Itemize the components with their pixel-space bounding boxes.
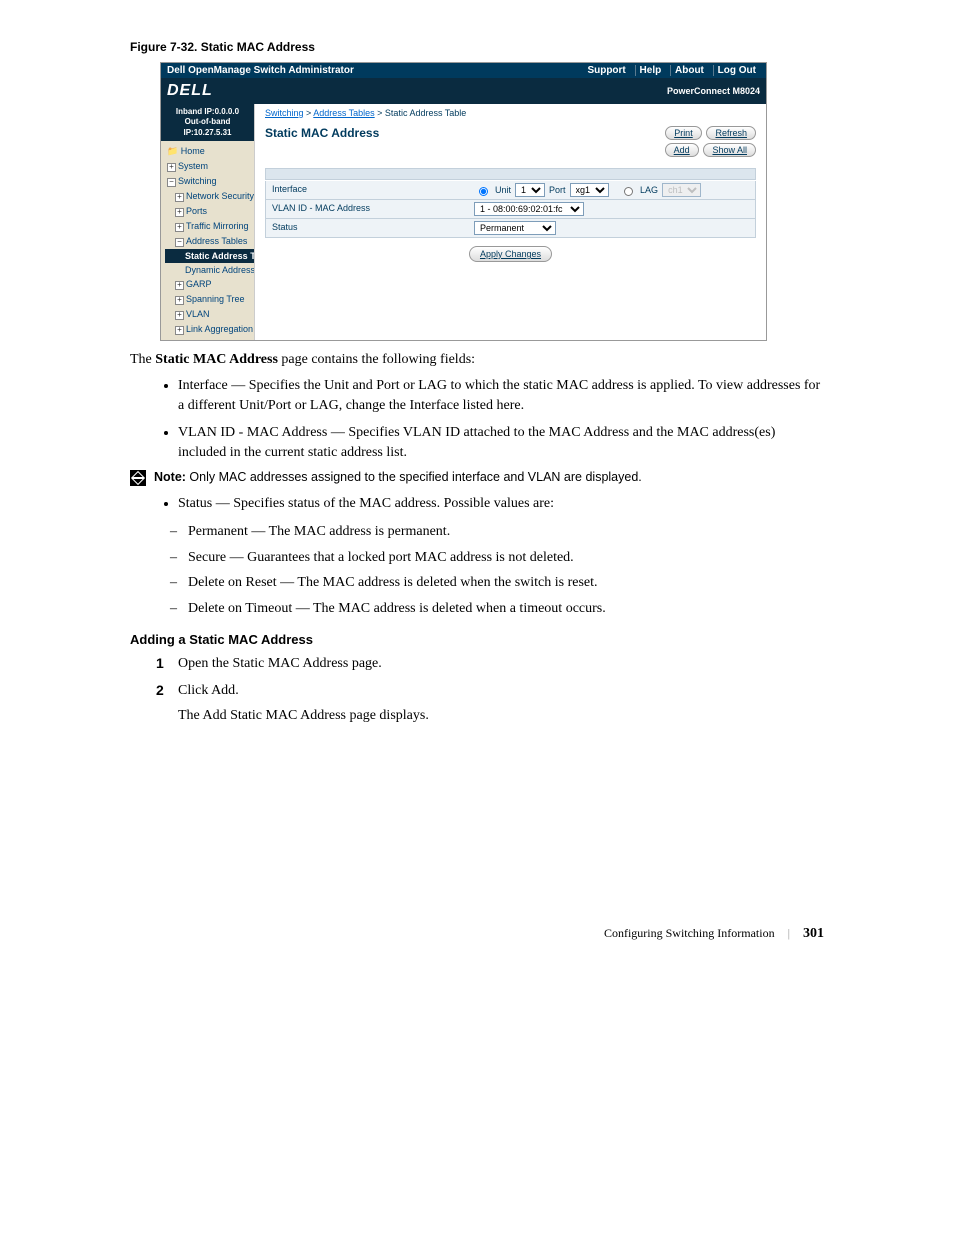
vlan-row: VLAN ID - MAC Address 1 - 08:00:69:02:01… xyxy=(265,200,756,219)
brand-bar: DELL PowerConnect M8024 xyxy=(161,78,766,104)
refresh-button[interactable]: Refresh xyxy=(706,126,756,140)
tree-spanning-tree[interactable]: +Spanning Tree xyxy=(165,292,254,307)
note-icon xyxy=(130,470,146,486)
tree-home[interactable]: 📁 Home xyxy=(165,144,254,159)
tree-dynamic-address-table[interactable]: Dynamic Address T xyxy=(165,263,254,277)
support-link[interactable]: Support xyxy=(583,65,629,76)
bullet-vlan: VLAN ID - MAC Address — Specifies VLAN I… xyxy=(178,423,824,462)
page-footer: Configuring Switching Information | 301 xyxy=(130,926,824,942)
breadcrumb-switching[interactable]: Switching xyxy=(265,108,304,118)
port-label: Port xyxy=(549,185,566,195)
breadcrumb-address-tables[interactable]: Address Tables xyxy=(313,108,374,118)
interface-row: Interface Unit 1 Port xg1 LAG ch1 xyxy=(265,181,756,200)
section-separator xyxy=(265,168,756,180)
sub-timeout: Delete on Timeout — The MAC address is d… xyxy=(188,599,824,619)
footer-title: Configuring Switching Information xyxy=(604,926,775,940)
print-button[interactable]: Print xyxy=(665,126,702,140)
admin-screenshot: Dell OpenManage Switch Administrator Sup… xyxy=(160,62,767,341)
lag-radio[interactable] xyxy=(624,187,633,196)
page-number: 301 xyxy=(803,926,824,941)
status-row: Status Permanent xyxy=(265,219,756,238)
tree-link-aggregation[interactable]: +Link Aggregation xyxy=(165,322,254,337)
device-model: PowerConnect M8024 xyxy=(667,86,760,96)
sub-secure: Secure — Guarantees that a locked port M… xyxy=(188,548,824,568)
header-links: Support Help About Log Out xyxy=(581,65,760,76)
port-select[interactable]: xg1 xyxy=(570,183,609,197)
window-title: Dell OpenManage Switch Administrator xyxy=(167,65,354,76)
lag-label: LAG xyxy=(640,185,658,195)
tree-static-address-table[interactable]: Static Address Tab xyxy=(165,249,254,263)
tree-vlan[interactable]: +VLAN xyxy=(165,307,254,322)
step-1: Open the Static MAC Address page. xyxy=(178,653,824,674)
vlan-mac-select[interactable]: 1 - 08:00:69:02:01:fc xyxy=(474,202,584,216)
intro-text: The Static MAC Address page contains the… xyxy=(130,351,824,370)
unit-label: Unit xyxy=(495,185,511,195)
unit-radio[interactable] xyxy=(479,187,488,196)
vlan-mac-label: VLAN ID - MAC Address xyxy=(266,200,468,218)
tree-system[interactable]: +System xyxy=(165,159,254,174)
section-heading: Adding a Static MAC Address xyxy=(130,632,824,647)
window-titlebar: Dell OpenManage Switch Administrator Sup… xyxy=(161,63,766,78)
unit-select[interactable]: 1 xyxy=(515,183,545,197)
bullet-interface: Interface — Specifies the Unit and Port … xyxy=(178,376,824,415)
dell-logo: DELL xyxy=(167,82,213,100)
apply-changes-button[interactable]: Apply Changes xyxy=(469,246,552,262)
tree-garp[interactable]: +GARP xyxy=(165,277,254,292)
tree-ports[interactable]: +Ports xyxy=(165,204,254,219)
show-all-button[interactable]: Show All xyxy=(703,143,756,157)
bullet-status: Status — Specifies status of the MAC add… xyxy=(178,494,824,514)
nav-sidebar: Inband IP:0.0.0.0 Out-of-band IP:10.27.5… xyxy=(161,104,255,340)
inband-ip: Inband IP:0.0.0.0 xyxy=(163,107,252,117)
help-link[interactable]: Help xyxy=(635,65,666,76)
interface-label: Interface xyxy=(266,181,468,199)
outband-ip: Out-of-band IP:10.27.5.31 xyxy=(163,117,252,138)
tree-switching[interactable]: −Switching xyxy=(165,174,254,189)
about-link[interactable]: About xyxy=(670,65,708,76)
sub-reset: Delete on Reset — The MAC address is del… xyxy=(188,573,824,593)
sub-permanent: Permanent — The MAC address is permanent… xyxy=(188,522,824,542)
lag-select: ch1 xyxy=(662,183,701,197)
add-button[interactable]: Add xyxy=(665,143,699,157)
figure-caption: Figure 7-32. Static MAC Address xyxy=(130,40,824,54)
ip-info: Inband IP:0.0.0.0 Out-of-band IP:10.27.5… xyxy=(161,104,254,141)
tree-traffic-mirroring[interactable]: +Traffic Mirroring xyxy=(165,219,254,234)
note: Note: Only MAC addresses assigned to the… xyxy=(130,470,824,486)
logout-link[interactable]: Log Out xyxy=(713,65,760,76)
main-panel: Switching > Address Tables > Static Addr… xyxy=(255,104,766,340)
tree-network-security[interactable]: +Network Security xyxy=(165,189,254,204)
breadcrumb: Switching > Address Tables > Static Addr… xyxy=(255,104,766,122)
status-label: Status xyxy=(266,219,468,237)
tree-address-tables[interactable]: −Address Tables xyxy=(165,234,254,249)
page-title: Static MAC Address xyxy=(265,126,379,140)
step-2: Click Add. The Add Static MAC Address pa… xyxy=(178,680,824,726)
status-select[interactable]: Permanent xyxy=(474,221,556,235)
